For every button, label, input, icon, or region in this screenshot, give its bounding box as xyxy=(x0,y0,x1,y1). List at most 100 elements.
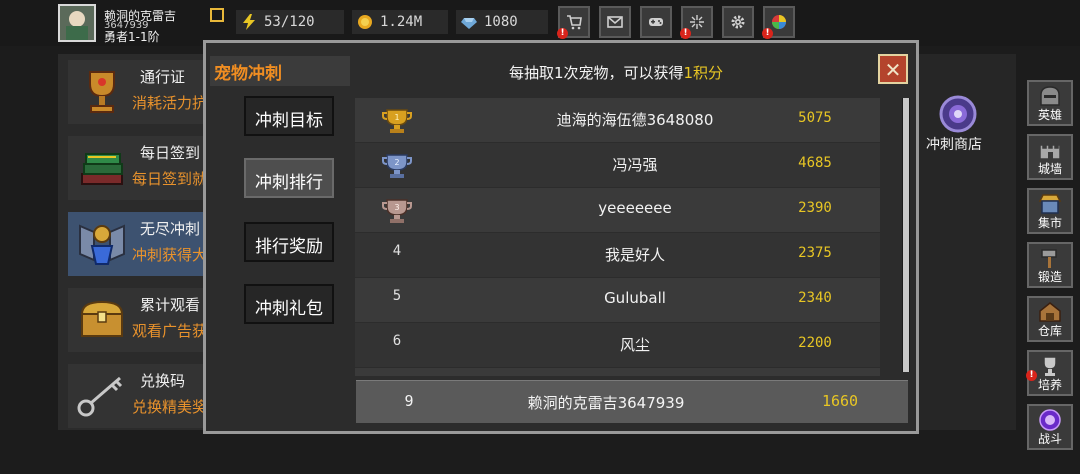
trophy-rank-number: 1 xyxy=(394,113,399,122)
energy-counter: 53/120 xyxy=(236,10,344,34)
key-icon xyxy=(77,376,123,417)
gem-counter: 1080 xyxy=(456,10,548,34)
ranking-rank: 5 xyxy=(392,288,402,304)
trophy-rank-number: 3 xyxy=(394,203,399,212)
ranking-row-partial xyxy=(355,368,880,376)
ranking-score: 5075 xyxy=(798,110,832,126)
my-ranking-row: 9 赖洞的克雷吉3647939 1660 xyxy=(356,380,908,423)
ranking-score: 2375 xyxy=(798,245,832,261)
energy-value: 53/120 xyxy=(264,14,315,30)
event-alert-badge: ! xyxy=(680,28,691,39)
ranking-name: Guluball xyxy=(604,289,666,307)
gear-icon xyxy=(731,15,745,29)
gold-counter: 1.24M xyxy=(352,10,448,34)
sidebar-label: 集市 xyxy=(1037,216,1062,230)
close-icon: ✕ xyxy=(884,58,902,82)
sidebar-item-forge[interactable]: 锻造 xyxy=(1027,242,1073,288)
my-rank: 9 xyxy=(404,392,414,410)
warehouse-icon xyxy=(1039,302,1061,322)
player-avatar[interactable] xyxy=(58,4,96,42)
my-name: 赖洞的克雷吉3647939 xyxy=(527,394,685,412)
lightning-icon xyxy=(243,14,255,30)
event-button[interactable]: ! xyxy=(680,6,713,39)
list-item-subtitle: 每日签到就 xyxy=(132,170,208,188)
list-item-subtitle: 兑换精美奖 xyxy=(132,398,208,416)
list-item-title: 无尽冲刺 xyxy=(140,220,201,238)
ranking-list[interactable]: 1 迪海的海伍德3648080 5075 2 冯冯强 4685 3 yeeeee… xyxy=(355,98,882,376)
list-item-title: 每日签到 xyxy=(140,144,201,162)
ranking-name: 迪海的海伍德3648080 xyxy=(556,111,714,129)
knight-crest-icon xyxy=(79,224,125,265)
coin-icon xyxy=(358,15,372,29)
sidebar-item-train[interactable]: ! 培养 xyxy=(1026,350,1073,396)
firework-icon xyxy=(690,15,704,29)
info-highlight: 1积分 xyxy=(683,64,724,82)
list-item-subtitle: 消耗活力抗 xyxy=(132,94,208,112)
sidebar-item-market[interactable]: 集市 xyxy=(1027,188,1073,234)
player-rank: 勇者1-1阶 xyxy=(104,30,160,44)
scrollbar-thumb[interactable] xyxy=(903,98,909,372)
list-item-title: 累计观看 xyxy=(140,296,201,314)
sidebar-label: 英雄 xyxy=(1037,108,1062,122)
tab-label: 冲刺礼包 xyxy=(255,299,323,319)
battle-portal-icon xyxy=(1039,409,1061,431)
cart-alert-badge: ! xyxy=(557,28,568,39)
mail-button[interactable] xyxy=(599,6,631,38)
shop-cart-button[interactable]: ! xyxy=(557,6,590,39)
edit-icon[interactable] xyxy=(210,8,224,22)
settings-button[interactable] xyxy=(722,6,754,38)
sidebar-item-warehouse[interactable]: 仓库 xyxy=(1027,296,1073,342)
sidebar-label: 战斗 xyxy=(1037,432,1062,446)
tab-label: 冲刺目标 xyxy=(255,111,323,131)
list-item-title: 通行证 xyxy=(140,68,186,86)
castle-wall-icon xyxy=(1039,144,1061,160)
ranking-score: 2390 xyxy=(798,200,832,216)
tab-sprint-ranking[interactable]: 冲刺排行 xyxy=(244,158,334,198)
mail-icon xyxy=(607,16,623,28)
ranking-row: 3 yeeeeeee 2390 xyxy=(355,188,880,232)
modal-title: 宠物冲刺 xyxy=(214,64,282,84)
cart-icon xyxy=(567,15,582,30)
gamepad-button[interactable] xyxy=(640,6,672,38)
modal-info-text: 每抽取1次宠物，可以获得1积分 xyxy=(356,62,876,83)
sidebar-item-hero[interactable]: 英雄 xyxy=(1027,80,1073,126)
market-stall-icon xyxy=(1038,194,1062,214)
list-item-subtitle: 冲刺获得大 xyxy=(132,246,208,264)
ranking-row: 5 Guluball 2340 xyxy=(355,278,880,322)
tab-label: 排行奖励 xyxy=(255,237,323,257)
ranking-scrollbar[interactable] xyxy=(902,98,910,372)
tab-ranking-rewards[interactable]: 排行奖励 xyxy=(244,222,334,262)
ranking-name: 风尘 xyxy=(619,336,650,354)
list-item-title: 兑换码 xyxy=(140,372,186,390)
sidebar-item-battle[interactable]: 战斗 xyxy=(1027,404,1073,450)
ball-alert-badge: ! xyxy=(762,28,773,39)
books-icon xyxy=(81,153,123,185)
trophy-icon xyxy=(1043,356,1057,376)
info-prefix: 每抽取1次宠物，可以获得 xyxy=(508,64,684,82)
ranking-score: 2200 xyxy=(798,335,832,351)
sidebar-label: 城墙 xyxy=(1037,162,1062,176)
gem-icon xyxy=(461,18,477,29)
ranking-score: 2340 xyxy=(798,290,832,306)
ranking-name: yeeeeeee xyxy=(598,199,672,217)
helmet-icon xyxy=(1040,86,1060,106)
ranking-rank: 6 xyxy=(392,333,402,349)
sprint-shop-label[interactable]: 冲刺商店 xyxy=(926,134,982,154)
silver-trophy-icon: 2 xyxy=(382,154,412,178)
color-ball-button[interactable]: ! xyxy=(762,6,795,39)
ranking-name: 我是好人 xyxy=(604,246,665,264)
modal-title-bar: 宠物冲刺 xyxy=(210,56,350,86)
sidebar-label: 锻造 xyxy=(1037,270,1062,284)
ranking-row: 4 我是好人 2375 xyxy=(355,233,880,277)
portal-icon[interactable] xyxy=(934,94,982,134)
close-button[interactable]: ✕ xyxy=(878,54,908,84)
ranking-row: 6 风尘 2200 xyxy=(355,323,880,367)
sidebar-item-wall[interactable]: 城墙 xyxy=(1027,134,1073,180)
tab-sprint-goal[interactable]: 冲刺目标 xyxy=(244,96,334,136)
tab-sprint-gift[interactable]: 冲刺礼包 xyxy=(244,284,334,324)
hammer-icon xyxy=(1041,249,1057,268)
trophy-rank-number: 2 xyxy=(394,158,399,167)
ranking-rank: 4 xyxy=(392,243,402,259)
my-score: 1660 xyxy=(821,392,859,410)
ranking-name: 冯冯强 xyxy=(612,156,658,174)
